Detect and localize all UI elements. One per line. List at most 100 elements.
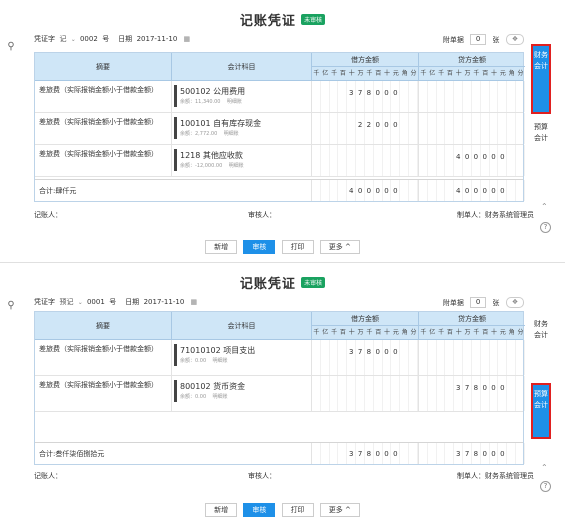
account-header: 会计科目	[171, 312, 311, 340]
add-button[interactable]: 新增	[205, 503, 238, 517]
date-input[interactable]: 2017-11-10	[144, 298, 185, 306]
voucher-number-input[interactable]: 0001	[87, 298, 105, 306]
more-button[interactable]: 更多 ^	[319, 503, 360, 517]
credit-cell[interactable]	[418, 340, 525, 375]
help-icon[interactable]: ?	[540, 222, 551, 233]
audit-button[interactable]: 审核	[243, 503, 276, 517]
debit-digit	[330, 113, 339, 144]
total-debit: 378000	[311, 443, 418, 464]
table-row[interactable]: 差旅费（实际报销金额小于借款金额） 71010102 项目支出 余额：0.00 …	[35, 340, 525, 376]
add-button[interactable]: 新增	[205, 240, 238, 254]
credit-digit: 8	[472, 376, 481, 411]
voucher-word-select[interactable]: 预记	[59, 297, 73, 307]
credit-digit	[428, 145, 437, 176]
credit-digit: 0	[498, 376, 508, 411]
calendar-icon[interactable]: ▦	[191, 298, 198, 306]
total-debit-digit: 0	[383, 443, 392, 464]
account-cell[interactable]: 500102 公用费用 余额：11,340.00 明细账	[171, 81, 311, 112]
debit-digit: 3	[347, 340, 357, 375]
summary-cell[interactable]: 差旅费（实际报销金额小于借款金额）	[39, 117, 167, 127]
print-button[interactable]: 打印	[281, 503, 314, 517]
chevron-down-icon[interactable]: ⌄	[71, 36, 76, 43]
total-credit-digit: 8	[472, 443, 481, 464]
total-label: 合计:肆仟元	[39, 187, 77, 195]
account-cell[interactable]: 1218 其他应收款 余额：-12,000.00 明细账	[171, 145, 311, 176]
search-icon[interactable]: ⚲	[4, 299, 18, 313]
print-button[interactable]: 打印	[281, 240, 314, 254]
total-debit-digit	[330, 443, 339, 464]
attachment-area: 附单据 0 张 ❖	[443, 297, 524, 308]
attach-count-input[interactable]: 0	[470, 34, 487, 45]
credit-digit	[445, 145, 455, 176]
detail-link[interactable]: 明细账	[213, 394, 228, 400]
tab-budget-accounting[interactable]: 预算会计	[531, 383, 551, 439]
tab-financial-accounting[interactable]: 财务会计	[531, 44, 551, 114]
date-input[interactable]: 2017-11-10	[137, 35, 178, 43]
chevron-down-icon[interactable]: ⌄	[78, 299, 83, 306]
accounting-sidebar: 财务会计 预算会计	[531, 44, 551, 174]
total-credit-digit: 0	[463, 180, 472, 201]
voucher-word-select[interactable]: 记	[59, 34, 66, 44]
paperclip-icon[interactable]: ❖	[506, 34, 524, 45]
debit-cell[interactable]	[311, 145, 418, 176]
tab-financial-accounting[interactable]: 财务会计	[531, 315, 551, 375]
reviewer-label: 审核人：	[248, 211, 276, 219]
digit-header: 万	[357, 329, 364, 336]
credit-digit	[445, 376, 455, 411]
credit-digit	[498, 81, 508, 112]
table-row[interactable]: 差旅费（实际报销金额小于借款金额） 500102 公用费用 余额：11,340.…	[35, 81, 525, 113]
summary-cell[interactable]: 差旅费（实际报销金额小于借款金额）	[39, 344, 167, 354]
voucher-meta: 凭证字 预记 ⌄ 0001 号 日期 2017-11-10 ▦ 附单据 0 张 …	[34, 297, 524, 309]
debit-digit	[330, 145, 339, 176]
digit-header: 百	[446, 70, 453, 77]
account-cell[interactable]: 71010102 项目支出 余额：0.00 明细账	[171, 340, 311, 375]
voucher-number-input[interactable]: 0002	[80, 35, 98, 43]
account-cell[interactable]: 800102 货币资金 余额：0.00 明细账	[171, 376, 311, 411]
chevron-up-icon[interactable]: ⌃	[541, 202, 548, 211]
tab-budget-accounting[interactable]: 预算会计	[531, 118, 551, 174]
search-icon[interactable]: ⚲	[4, 40, 18, 54]
detail-link[interactable]: 明细账	[213, 358, 228, 364]
detail-link[interactable]: 明细账	[227, 99, 242, 105]
credit-digit	[437, 376, 446, 411]
table-header: 摘要 会计科目 借方金额 千亿千百十万千百十元角分 贷方金额 千亿千百十万千百十…	[35, 312, 525, 340]
summary-cell[interactable]: 差旅费（实际报销金额小于借款金额）	[39, 85, 167, 95]
debit-digit: 3	[347, 81, 357, 112]
account-cell[interactable]: 100101 自有库存现金 余额：2,772.00 明细账	[171, 113, 311, 144]
paperclip-icon[interactable]: ❖	[506, 297, 524, 308]
chevron-up-icon[interactable]: ⌃	[541, 463, 548, 472]
table-row[interactable]: 差旅费（实际报销金额小于借款金额） 100101 自有库存现金 余额：2,772…	[35, 113, 525, 145]
credit-digit	[454, 81, 464, 112]
credit-cell[interactable]	[418, 113, 525, 144]
table-row[interactable]: 差旅费（实际报销金额小于借款金额） 1218 其他应收款 余额：-12,000.…	[35, 145, 525, 177]
credit-digit	[437, 81, 446, 112]
more-button[interactable]: 更多 ^	[319, 240, 360, 254]
table-row[interactable]: 差旅费（实际报销金额小于借款金额） 800102 货币资金 余额：0.00 明细…	[35, 376, 525, 412]
bookkeeper-label: 记账人：	[34, 211, 62, 219]
total-credit-digit: 0	[472, 180, 481, 201]
audit-button[interactable]: 审核	[243, 240, 276, 254]
digit-header: 千	[438, 329, 445, 336]
summary-cell[interactable]: 差旅费（实际报销金额小于借款金额）	[39, 380, 167, 390]
attach-count-input[interactable]: 0	[470, 297, 487, 308]
help-icon[interactable]: ?	[540, 481, 551, 492]
debit-cell[interactable]: 378000	[311, 340, 418, 375]
debit-digit	[321, 81, 330, 112]
credit-cell[interactable]	[418, 81, 525, 112]
calendar-icon[interactable]: ▦	[184, 35, 191, 43]
debit-cell[interactable]	[311, 376, 418, 411]
credit-cell[interactable]: 400000	[418, 145, 525, 176]
credit-cell[interactable]: 378000	[418, 376, 525, 411]
debit-digit	[330, 81, 339, 112]
digit-header: 亿	[322, 329, 329, 336]
page-title: 记账凭证	[239, 277, 296, 292]
table-header: 摘要 会计科目 借方金额 千亿千百十万千百十元角分 贷方金额 千亿千百十万千百十…	[35, 53, 525, 81]
detail-link[interactable]: 明细账	[229, 163, 244, 169]
debit-cell[interactable]: 378000	[311, 81, 418, 112]
summary-cell[interactable]: 差旅费（实际报销金额小于借款金额）	[39, 149, 167, 159]
debit-cell[interactable]: 22000	[311, 113, 418, 144]
total-debit-digit: 3	[347, 443, 357, 464]
digit-header: 十	[491, 329, 498, 336]
bookkeeper-label: 记账人：	[34, 472, 62, 480]
detail-link[interactable]: 明细账	[224, 131, 239, 137]
